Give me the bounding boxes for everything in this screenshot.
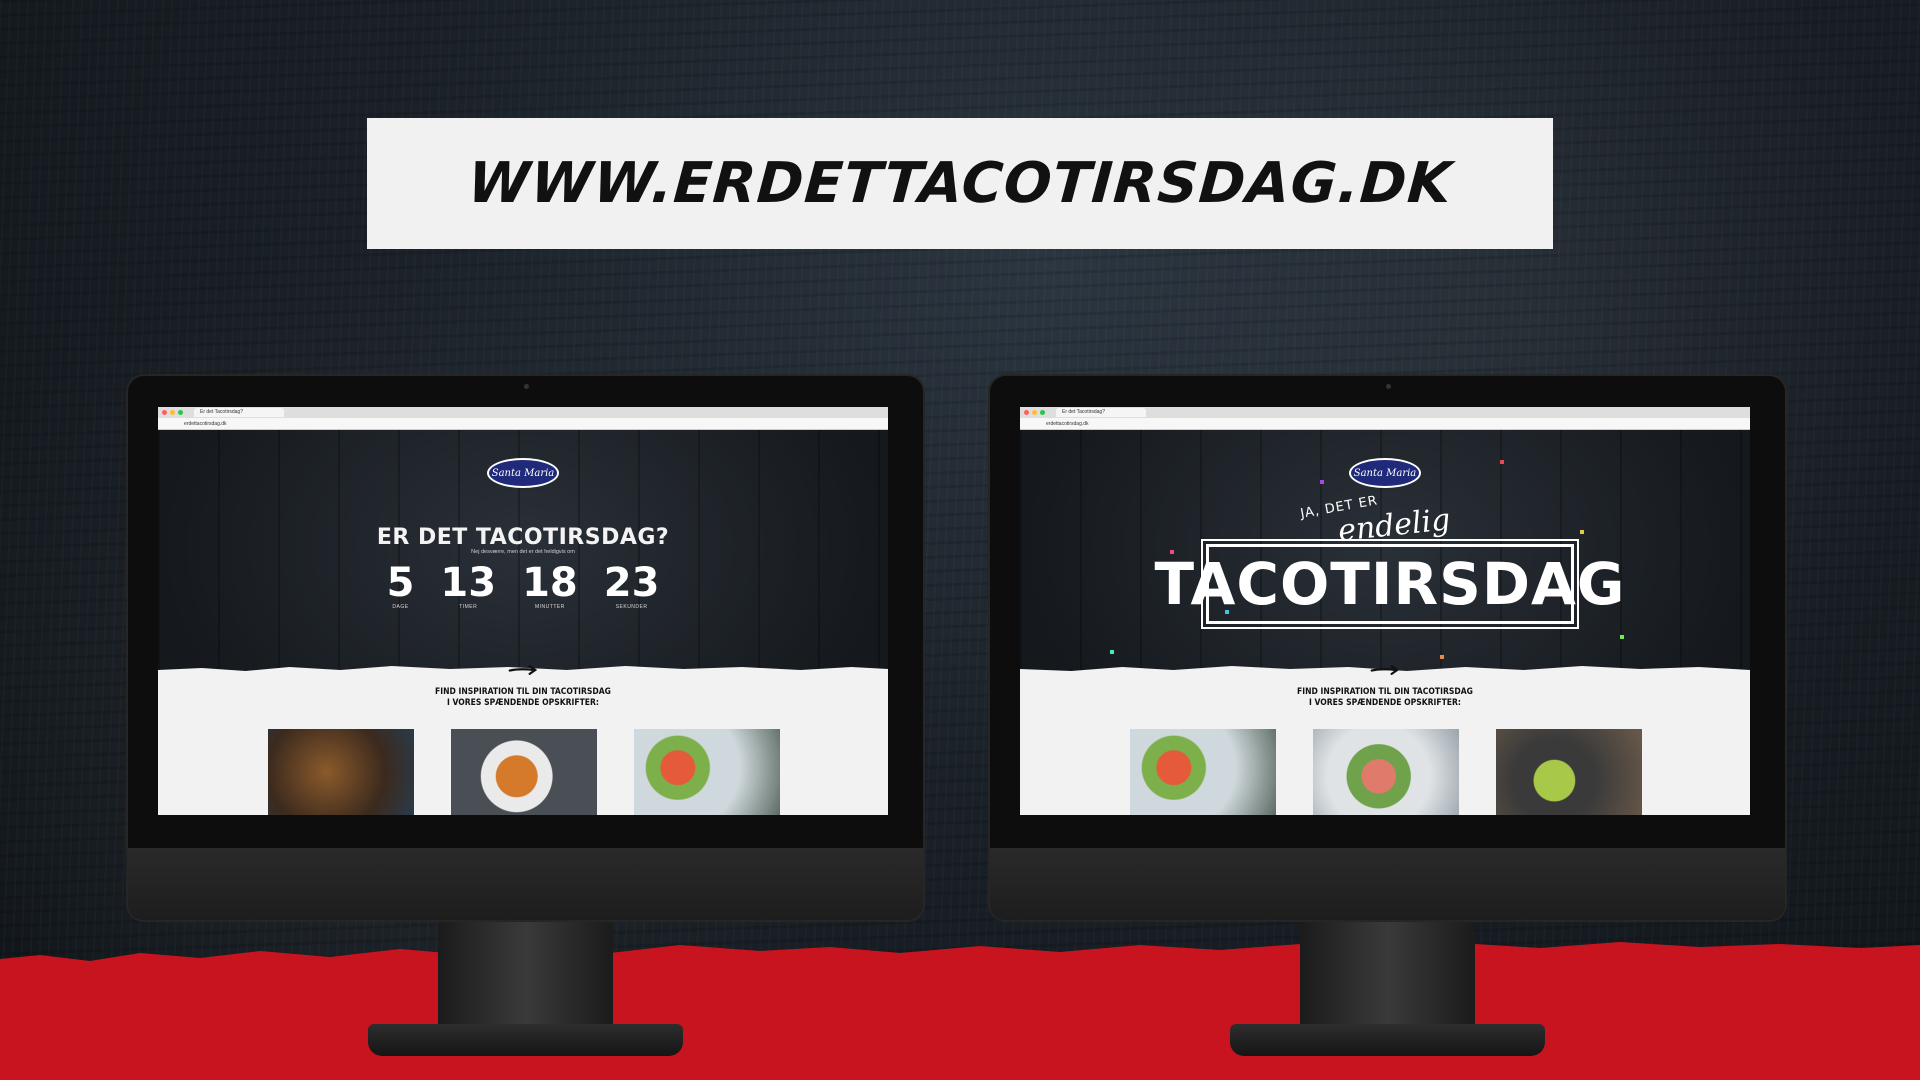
logo-text: Santa Maria [1353, 467, 1417, 479]
countdown-minutes: 18 MINUTTER [522, 562, 578, 610]
recipe-thumbnail[interactable] [634, 729, 780, 815]
santa-maria-logo[interactable]: Santa Maria [487, 458, 559, 488]
monitor-right: Er det Tacotirsdag? erdettacotirsdag.dk … [990, 376, 1785, 1056]
recipe-thumbnails [1130, 729, 1642, 815]
countdown-value: 18 [522, 560, 578, 606]
browser-tabbar: Er det Tacotirsdag? [1020, 407, 1750, 418]
paper-section: FIND INSPIRATION TIL DIN TACOTIRSDAG I V… [1020, 665, 1750, 815]
red-torn-strip [0, 942, 1920, 1080]
torn-edge [0, 942, 1920, 971]
website: Santa Maria JA, DET ER endelig TACOTIRSD… [1020, 430, 1750, 815]
santa-maria-logo[interactable]: Santa Maria [1349, 458, 1421, 488]
close-window-icon[interactable] [1024, 410, 1029, 415]
confetti [1500, 460, 1504, 464]
arrow-right-icon[interactable] [1020, 665, 1750, 675]
monitor-left: Er det Tacotirsdag? erdettacotirsdag.dk … [128, 376, 923, 1056]
recipe-thumbnail[interactable] [451, 729, 597, 815]
recipe-thumbnail[interactable] [1313, 729, 1459, 815]
countdown-value: 5 [386, 560, 415, 606]
close-window-icon[interactable] [162, 410, 167, 415]
screen: Er det Tacotirsdag? erdettacotirsdag.dk … [158, 407, 888, 815]
monitor-bezel: Er det Tacotirsdag? erdettacotirsdag.dk … [128, 376, 923, 920]
maximize-window-icon[interactable] [178, 410, 183, 415]
maximize-window-icon[interactable] [1040, 410, 1045, 415]
screen: Er det Tacotirsdag? erdettacotirsdag.dk … [1020, 407, 1750, 815]
headline: TACOTIRSDAG [1154, 539, 1625, 629]
monitor-stand-foot [1230, 1024, 1545, 1056]
confetti [1580, 530, 1584, 534]
minimize-window-icon[interactable] [1032, 410, 1037, 415]
browser-tab[interactable]: Er det Tacotirsdag? [1056, 408, 1146, 417]
countdown: 5 DAGE 13 TIMER 18 MINUTTER 23 SEKUNDER [158, 562, 888, 610]
browser-tabbar: Er det Tacotirsdag? [158, 407, 888, 418]
monitor-stand-foot [368, 1024, 683, 1056]
minimize-window-icon[interactable] [170, 410, 175, 415]
confetti [1110, 650, 1114, 654]
address-bar[interactable]: erdettacotirsdag.dk [1020, 418, 1750, 430]
logo-text: Santa Maria [491, 467, 555, 479]
recipe-thumbnail[interactable] [268, 729, 414, 815]
recipe-thumbnail[interactable] [1496, 729, 1642, 815]
monitor-chin [128, 848, 923, 920]
countdown-days: 5 DAGE [387, 562, 415, 610]
recipe-thumbnail[interactable] [1130, 729, 1276, 815]
confetti [1620, 635, 1624, 639]
camera-icon [523, 384, 529, 389]
camera-icon [1385, 384, 1391, 389]
subline: Nej desværre, men det er det heldigvis o… [471, 549, 575, 555]
address-bar[interactable]: erdettacotirsdag.dk [158, 418, 888, 430]
recipe-thumbnails [268, 729, 780, 815]
countdown-hours: 13 TIMER [440, 562, 496, 610]
website: Santa Maria ER DET TACOTIRSDAG? Nej desv… [158, 430, 888, 815]
monitor-stand-neck [438, 920, 613, 1032]
monitor-bezel: Er det Tacotirsdag? erdettacotirsdag.dk … [990, 376, 1785, 920]
inspiration-text: FIND INSPIRATION TIL DIN TACOTIRSDAG I V… [1297, 687, 1473, 708]
headline: ER DET TACOTIRSDAG? [376, 525, 670, 550]
confetti [1225, 610, 1229, 614]
address-text: erdettacotirsdag.dk [1046, 420, 1089, 427]
countdown-seconds: 23 SEKUNDER [604, 562, 660, 610]
inspiration-text: FIND INSPIRATION TIL DIN TACOTIRSDAG I V… [435, 687, 611, 708]
confetti [1440, 655, 1444, 659]
url-text: WWW.ERDETTACOTIRSDAG.DK [465, 151, 1455, 216]
confetti [1320, 480, 1324, 484]
monitor-chin [990, 848, 1785, 920]
countdown-value: 23 [603, 560, 660, 606]
paper-section: FIND INSPIRATION TIL DIN TACOTIRSDAG I V… [158, 665, 888, 815]
browser-tab[interactable]: Er det Tacotirsdag? [194, 408, 284, 417]
arrow-right-icon[interactable] [158, 665, 888, 675]
address-text: erdettacotirsdag.dk [184, 420, 227, 427]
url-banner: WWW.ERDETTACOTIRSDAG.DK [367, 118, 1553, 249]
countdown-value: 13 [440, 560, 497, 606]
monitor-stand-neck [1300, 920, 1475, 1032]
confetti [1170, 550, 1174, 554]
